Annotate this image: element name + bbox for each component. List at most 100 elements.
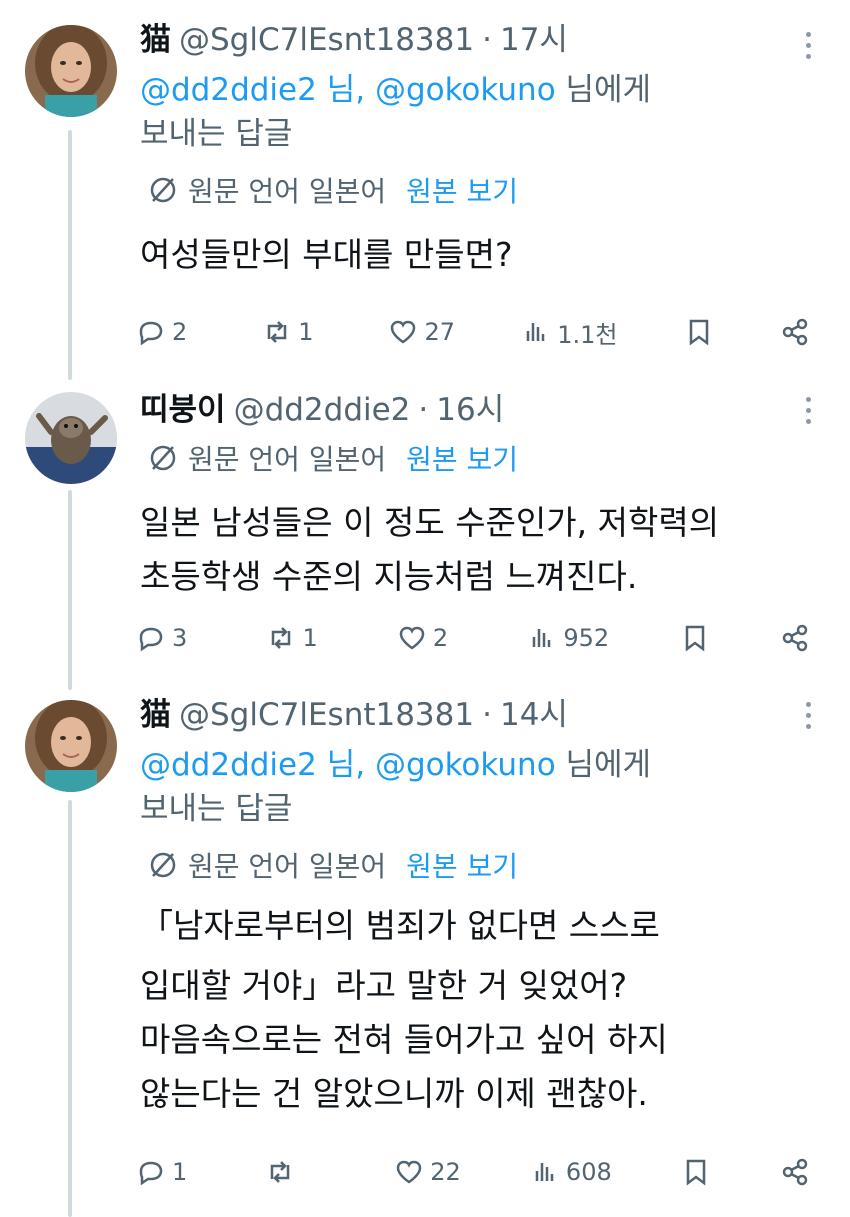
mention-link[interactable]: @gokokuno <box>375 72 556 108</box>
globe-icon <box>150 852 176 878</box>
text-line: 「남자로부터의 범죄가 없다면 스스로 <box>140 906 660 945</box>
views-button[interactable]: 608 <box>530 1157 612 1187</box>
tweet-text: 일본 남성들은 이 정도 수준인가, 저학력의 초등학생 수준의 지능처럼 느껴… <box>140 496 820 604</box>
text-line: 입대할 거야」라고 말한 거 잊었어? <box>140 966 628 1005</box>
tweet[interactable]: 猫 @SglC7lEsnt18381 · 17시 @dd2ddie2 님, @g… <box>0 0 850 380</box>
more-icon[interactable] <box>796 390 820 430</box>
reply-suffix: 님에게 <box>555 72 652 108</box>
view-count: 608 <box>565 1158 612 1186</box>
translation-row: 원문 언어 일본어 원본 보기 <box>148 438 820 478</box>
tweet-actions: 3 1 2 952 <box>136 618 810 658</box>
like-count: 22 <box>430 1158 461 1186</box>
bookmark-button[interactable] <box>684 317 714 347</box>
timestamp[interactable]: 14시 <box>500 695 568 735</box>
reply-button[interactable]: 3 <box>136 623 196 653</box>
share-icon <box>782 318 808 346</box>
translation-label: 원문 언어 일본어 <box>188 850 387 883</box>
avatar[interactable] <box>25 25 117 117</box>
reply-button[interactable]: 1 <box>136 1157 196 1187</box>
show-original-link[interactable]: 원본 보기 <box>406 845 518 885</box>
share-button[interactable] <box>780 1157 810 1187</box>
like-icon <box>399 626 425 650</box>
globe-icon <box>150 177 176 203</box>
reply-icon <box>139 1161 163 1186</box>
timestamp[interactable]: 16시 <box>436 390 504 430</box>
like-icon <box>396 1160 422 1184</box>
tweet-text: 「남자로부터의 범죄가 없다면 스스로 입대할 거야」라고 말한 거 잊었어? … <box>140 899 820 1121</box>
retweet-icon <box>270 1161 290 1183</box>
share-button[interactable] <box>780 623 810 653</box>
text-line: 초등학생 수준의 지능처럼 느껴진다. <box>140 557 638 596</box>
tweet-actions: 1 22 608 <box>136 1152 810 1192</box>
timestamp[interactable]: 17시 <box>500 20 568 60</box>
handle[interactable]: @dd2ddie2 <box>234 390 411 430</box>
retweet-count: 1 <box>302 624 318 652</box>
show-original-link[interactable]: 원본 보기 <box>406 170 518 210</box>
share-button[interactable] <box>780 317 810 347</box>
views-button[interactable]: 952 <box>527 623 609 653</box>
display-name[interactable]: 猫 <box>140 695 171 735</box>
reply-count: 2 <box>172 318 188 346</box>
mention-link[interactable]: @dd2ddie2 님, <box>140 747 365 783</box>
retweet-button[interactable]: 1 <box>262 317 322 347</box>
more-icon[interactable] <box>796 25 820 65</box>
display-name[interactable]: 猫 <box>140 20 171 60</box>
separator-dot: · <box>418 392 429 428</box>
reply-icon <box>139 321 163 346</box>
translation-row: 원문 언어 일본어 원본 보기 <box>148 170 820 210</box>
reply-label: 보내는 답글 <box>140 116 293 152</box>
text-line: 않는다는 건 알았으니까 이제 괜찮아. <box>140 1074 648 1113</box>
display-name[interactable]: 띠붕이 <box>140 390 226 430</box>
text-line: 마음속으로는 전혀 들어가고 싶어 하지 <box>140 1020 668 1059</box>
bookmark-button[interactable] <box>680 623 710 653</box>
separator-dot: · <box>482 697 492 733</box>
avatar[interactable] <box>25 392 117 484</box>
translation-row: 원문 언어 일본어 원본 보기 <box>148 845 820 885</box>
like-count: 27 <box>424 318 456 346</box>
bookmark-button[interactable] <box>681 1157 711 1187</box>
views-icon <box>535 1163 554 1181</box>
retweet-icon <box>272 627 291 649</box>
bookmark-icon <box>686 1159 706 1186</box>
text-line: 여성들만의 부대를 만들면? <box>140 235 513 274</box>
like-button[interactable]: 22 <box>394 1157 461 1187</box>
handle[interactable]: @SglC7lEsnt18381 <box>179 695 474 735</box>
bookmark-icon <box>689 319 708 346</box>
tweet-text: 여성들만의 부대를 만들면? <box>140 228 820 282</box>
retweet-icon <box>267 321 287 343</box>
like-button[interactable]: 27 <box>388 317 455 347</box>
more-icon[interactable] <box>796 695 820 735</box>
reply-count: 3 <box>172 624 188 652</box>
globe-icon <box>150 445 176 471</box>
tweet[interactable]: 띠붕이 @dd2ddie2 · 16시 원문 언어 일본어 원본 보기 일본 남… <box>0 380 850 690</box>
reply-context: @dd2ddie2 님, @gokokuno 님에게 보내는 답글 <box>140 68 820 156</box>
mention-link[interactable]: @dd2ddie2 님, <box>140 72 365 108</box>
views-button[interactable]: 1.1천 <box>521 315 618 350</box>
translation-label: 원문 언어 일본어 <box>188 443 387 476</box>
show-original-link[interactable]: 원본 보기 <box>406 438 518 478</box>
reply-label: 보내는 답글 <box>140 791 293 827</box>
reply-button[interactable]: 2 <box>136 317 196 347</box>
share-icon <box>782 1158 808 1186</box>
like-count: 2 <box>432 624 449 652</box>
view-count: 952 <box>563 624 610 652</box>
retweet-button[interactable] <box>265 1157 325 1187</box>
retweet-count: 1 <box>298 318 314 346</box>
avatar[interactable] <box>25 700 117 792</box>
tweet-actions: 2 1 27 1.1천 <box>136 312 810 352</box>
like-icon <box>391 320 416 344</box>
separator-dot: · <box>482 22 492 58</box>
tweet[interactable]: 猫 @SglC7lEsnt18381 · 14시 @dd2ddie2 님, @g… <box>0 690 850 1217</box>
like-button[interactable]: 2 <box>397 623 457 653</box>
reply-icon <box>139 627 163 652</box>
translation-label: 원문 언어 일본어 <box>188 175 387 208</box>
retweet-button[interactable]: 1 <box>266 623 326 653</box>
bookmark-icon <box>685 625 704 652</box>
text-line: 일본 남성들은 이 정도 수준인가, 저학력의 <box>140 503 720 542</box>
views-icon <box>527 323 545 341</box>
mention-link[interactable]: @gokokuno <box>375 747 556 783</box>
handle[interactable]: @SglC7lEsnt18381 <box>179 20 474 60</box>
reply-suffix: 님에게 <box>555 747 652 783</box>
reply-count: 1 <box>172 1158 188 1186</box>
share-icon <box>782 624 808 652</box>
